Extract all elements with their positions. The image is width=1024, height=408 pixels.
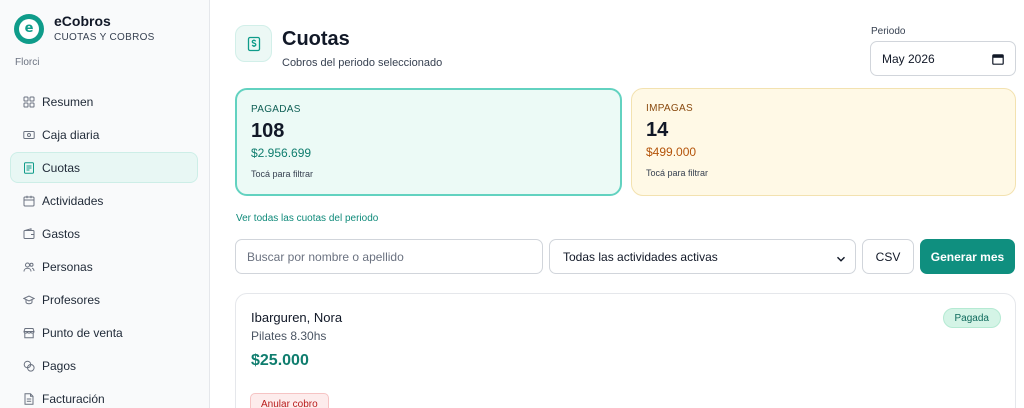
receipt-icon [23, 161, 35, 174]
sidebar-item-label: Punto de venta [42, 325, 123, 340]
sidebar-item-label: Personas [42, 259, 93, 274]
unpaid-count: 14 [646, 119, 669, 141]
organization-name: Florci [15, 57, 40, 68]
sidebar-item-label: Gastos [42, 226, 81, 241]
sidebar-item-pagos[interactable]: Pagos [10, 350, 198, 381]
page-title: Cuotas [282, 28, 350, 50]
sidebar-item-actividades[interactable]: Actividades [10, 185, 198, 216]
document-icon [23, 392, 35, 405]
activity-select-value: Todas las actividades activas [563, 249, 718, 264]
sidebar-item-label: Cuotas [42, 160, 81, 175]
entry-name: Ibarguren, Nora [251, 310, 343, 325]
logo-letter: e [19, 18, 39, 39]
sidebar-item-facturacion[interactable]: Facturación [10, 383, 198, 408]
view-all-link[interactable]: Ver todas las cuotas del periodo [236, 213, 378, 224]
unpaid-amount: $499.000 [646, 145, 697, 159]
sidebar-item-gastos[interactable]: Gastos [10, 218, 198, 249]
calendar-icon[interactable] [992, 53, 1004, 65]
card-hint: Tocá para filtrar [251, 169, 314, 179]
users-icon [23, 261, 35, 273]
sidebar: e eCobros CUOTAS Y COBROS Florci Resumen… [0, 0, 210, 408]
csv-button[interactable]: CSV [862, 239, 914, 274]
paid-count: 108 [251, 120, 285, 142]
page-subtitle: Cobros del periodo seleccionado [282, 57, 443, 69]
paid-amount: $2.956.699 [251, 146, 312, 160]
period-value: May 2026 [882, 51, 935, 66]
brand-name: eCobros [54, 13, 111, 29]
sidebar-item-label: Profesores [42, 292, 101, 307]
sidebar-item-caja-diaria[interactable]: Caja diaria [10, 119, 198, 150]
annul-payment-button[interactable]: Anular cobro [250, 393, 329, 408]
search-input[interactable] [235, 239, 543, 274]
wallet-icon [23, 227, 35, 240]
card-label: IMPAGAS [646, 103, 693, 114]
chevron-down-icon [836, 253, 846, 263]
sidebar-item-punto-de-venta[interactable]: Punto de venta [10, 317, 198, 348]
sidebar-item-cuotas[interactable]: Cuotas [10, 152, 198, 183]
entry-activity: Pilates 8.30hs [251, 329, 327, 343]
sidebar-item-label: Caja diaria [42, 127, 100, 142]
calendar-icon [23, 195, 35, 207]
sidebar-nav: Resumen Caja diaria Cuotas Actividades G… [10, 86, 198, 408]
activity-select[interactable]: Todas las actividades activas [549, 239, 856, 274]
sidebar-item-resumen[interactable]: Resumen [10, 86, 198, 117]
sidebar-item-label: Resumen [42, 94, 94, 109]
entry-amount: $25.000 [251, 352, 309, 369]
brand[interactable]: e eCobros CUOTAS Y COBROS [14, 12, 155, 45]
cash-icon [23, 129, 35, 141]
paid-summary-card[interactable]: PAGADAS 108 $2.956.699 Tocá para filtrar [235, 88, 622, 196]
list-item: Ibarguren, Nora Pilates 8.30hs $25.000 P… [235, 293, 1016, 408]
sidebar-item-profesores[interactable]: Profesores [10, 284, 198, 315]
sidebar-item-label: Actividades [42, 193, 104, 208]
graduation-cap-icon [23, 294, 35, 306]
card-hint: Tocá para filtrar [646, 168, 709, 178]
brand-subtitle: CUOTAS Y COBROS [54, 32, 155, 43]
card-label: PAGADAS [251, 104, 301, 115]
dollar-receipt-icon [235, 25, 272, 62]
generate-month-button[interactable]: Generar mes [920, 239, 1015, 274]
status-badge: Pagada [942, 308, 1001, 328]
logo: e [14, 13, 44, 44]
unpaid-summary-card[interactable]: IMPAGAS 14 $499.000 Tocá para filtrar [631, 88, 1016, 196]
sidebar-item-personas[interactable]: Personas [10, 251, 198, 282]
store-icon [23, 327, 35, 339]
sidebar-item-label: Facturación [42, 391, 105, 406]
grid-icon [23, 96, 35, 108]
period-label: Periodo [871, 26, 906, 37]
period-input[interactable]: May 2026 [870, 41, 1016, 76]
coins-icon [23, 360, 35, 372]
sidebar-item-label: Pagos [42, 358, 77, 373]
